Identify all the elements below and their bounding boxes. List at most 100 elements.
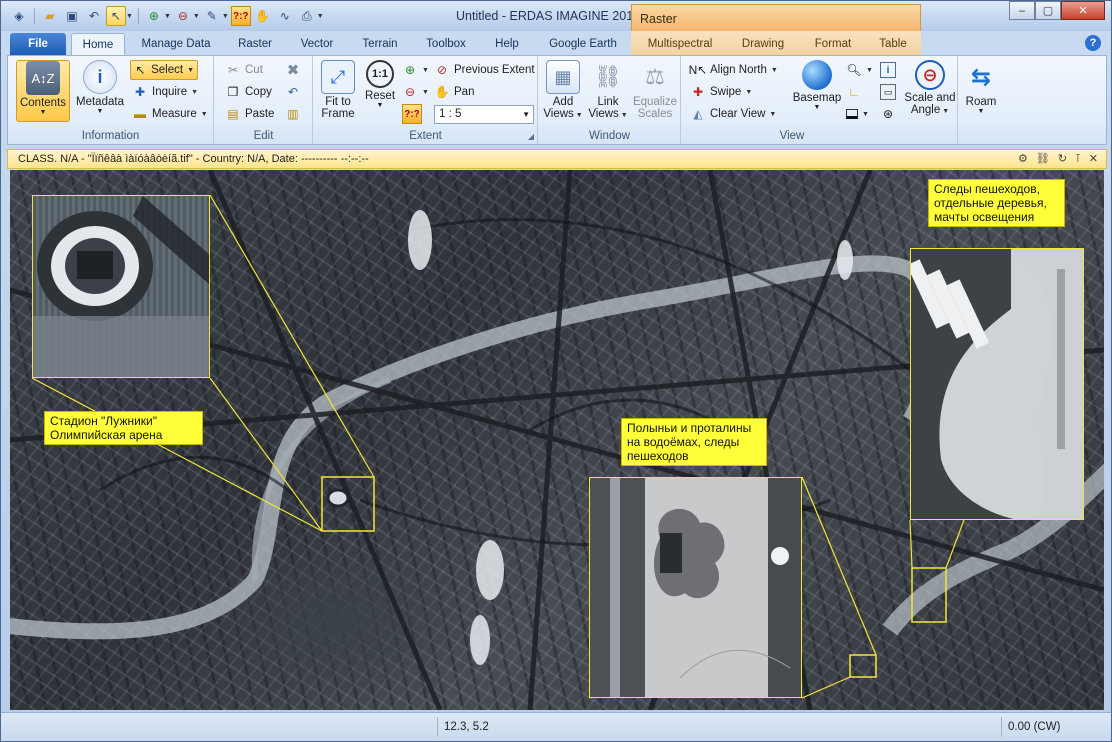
fit-to-frame-label-1: Fit to (325, 96, 351, 108)
app-menu-icon[interactable]: ◈ (9, 6, 29, 26)
dialog-launcher-icon[interactable]: ◢ (528, 132, 534, 141)
chevron-down-icon[interactable]: ▼ (126, 13, 133, 20)
magnifier-button[interactable]: 🔍︎ ▼ (846, 60, 873, 80)
select-button[interactable]: ↖ Select ▼ (130, 60, 198, 80)
tab-help[interactable]: Help (485, 35, 529, 55)
add-views-label-1: Add (552, 96, 574, 108)
tab-terrain[interactable]: Terrain (353, 35, 407, 55)
tab-toolbox[interactable]: Toolbox (417, 35, 475, 55)
reset-button[interactable]: 1:1 Reset ▼ (362, 60, 398, 122)
eraser-icon: ◭ (693, 107, 703, 121)
cut-button[interactable]: ✂ Cut (225, 60, 263, 80)
tab-multispectral[interactable]: Multispectral (641, 35, 719, 55)
viewer-link-icon[interactable]: ⛓ (1036, 152, 1050, 165)
chevron-down-icon: ▼ (770, 66, 778, 74)
ruler-icon: ▬ (134, 107, 146, 121)
tab-google-earth[interactable]: Google Earth (541, 35, 625, 55)
align-north-button[interactable]: N↖ Align North ▼ (688, 60, 778, 80)
paste-special-button[interactable]: ▥ (285, 104, 301, 124)
pan-icon[interactable]: ✋ (253, 6, 273, 26)
chevron-down-icon[interactable]: ▼ (222, 13, 229, 20)
select-pointer-icon[interactable]: ↖ (106, 6, 126, 26)
print-icon[interactable]: ⎙ (297, 6, 317, 26)
tab-manage-data[interactable]: Manage Data (135, 35, 217, 55)
equalize-scales-button[interactable]: ⚖ Equalize Scales (631, 60, 679, 122)
scale-and-angle-button[interactable]: ⊖ Scale and Angle ▼ (902, 60, 958, 122)
chevron-down-icon: ▼ (862, 110, 869, 118)
zoom-out-icon[interactable]: ⊖ (173, 6, 193, 26)
copy-button[interactable]: ❐ Copy (225, 82, 272, 102)
help-icon[interactable]: ? (1085, 35, 1101, 51)
zoom-in-icon[interactable]: ⊕ (144, 6, 164, 26)
link-views-button[interactable]: ⛓ Link Views ▼ (587, 60, 629, 122)
info-panel-button[interactable]: i (880, 60, 896, 80)
chevron-down-icon[interactable]: ▼ (193, 13, 200, 20)
inquire-button[interactable]: ✚ Inquire ▼ (132, 82, 198, 102)
viewer-close-icon[interactable]: ✕ (1089, 152, 1098, 165)
clear-view-button[interactable]: ◭ Clear View ▼ (690, 104, 776, 124)
tab-format[interactable]: Format (807, 35, 859, 55)
chevron-down-icon: ▼ (573, 112, 583, 119)
chevron-down-icon[interactable]: ▼ (317, 13, 324, 20)
link-views-label-2: Views (588, 108, 619, 120)
roam-button[interactable]: ⇆ Roam ▼ (958, 60, 1004, 122)
overview-window-icon: ▭ (880, 84, 896, 100)
satellite-image-view[interactable]: Стадион "Лужники" Олимпийская арена Полы… (10, 170, 1104, 710)
link-chain-icon: ⛓ (594, 64, 622, 89)
basemap-button[interactable]: Basemap ▼ (792, 60, 842, 122)
fit-to-frame-button[interactable]: ⤢ Fit to Frame (318, 60, 358, 122)
tab-raster[interactable]: Raster (229, 35, 281, 55)
copy-label: Copy (245, 86, 272, 98)
tab-drawing[interactable]: Drawing (733, 35, 793, 55)
tab-table[interactable]: Table (869, 35, 917, 55)
north-arrow-icon: N↖ (688, 63, 708, 77)
chevron-down-icon[interactable]: ▼ (164, 13, 171, 20)
overview-button[interactable]: ▭ (880, 82, 896, 102)
ice-zoom-image (590, 478, 801, 697)
delete-x-icon: ✖ (286, 62, 300, 79)
metadata-button[interactable]: i Metadata ▼ (72, 60, 128, 122)
measure-icon[interactable]: ✎ (202, 6, 222, 26)
contents-button[interactable]: A↕Z Contents ▼ (16, 60, 70, 122)
undo-edit-button[interactable]: ↶ (285, 82, 301, 102)
viewer-pin-icon[interactable]: ⊺ (1075, 152, 1081, 165)
inquire-badge-button[interactable]: ?:? (402, 104, 422, 124)
tab-file[interactable]: File (10, 33, 66, 55)
zoom-in-button[interactable]: ⊕ ▼ (402, 60, 429, 80)
delete-button[interactable]: ✖ (285, 60, 301, 80)
previous-extent-button[interactable]: ⊘ Previous Extent (434, 60, 535, 80)
viewer-refresh-icon[interactable]: ↻ (1058, 152, 1067, 165)
close-button[interactable]: ✕ (1061, 1, 1105, 20)
equalize-label-1: Equalize (632, 96, 678, 108)
status-coordinates: 12.3, 5.2 (437, 717, 990, 737)
clipboard-icon: ▥ (287, 107, 299, 121)
open-icon[interactable]: ▰ (40, 6, 60, 26)
tab-home[interactable]: Home (71, 33, 125, 55)
maximize-button[interactable]: ▢ (1035, 1, 1061, 20)
measure-button[interactable]: ▬ Measure ▼ (132, 104, 208, 124)
inquire-cursor-icon: ✚ (134, 85, 146, 99)
background-color-button[interactable]: ▼ (846, 104, 869, 124)
zoom-out-button[interactable]: ⊖ ▼ (402, 82, 429, 102)
group-scale-angle: ⊖ Scale and Angle ▼ (902, 56, 958, 144)
minimize-button[interactable]: – (1009, 1, 1035, 20)
swipe-button[interactable]: ✚ Swipe ▼ (690, 82, 752, 102)
contents-label: Contents (19, 97, 67, 109)
paste-button[interactable]: ▤ Paste (225, 104, 274, 124)
polyline-icon[interactable]: ∿ (275, 6, 295, 26)
pan-button[interactable]: ✋ Pan (434, 82, 475, 102)
chevron-down-icon: ▼ (940, 108, 950, 115)
viewer-settings-icon[interactable]: ⚙ (1018, 152, 1028, 165)
group-roam: ⇆ Roam ▼ (958, 56, 1008, 144)
compass-button[interactable]: ⊛ (880, 104, 896, 124)
save-icon[interactable]: ▣ (62, 6, 82, 26)
undo-icon[interactable]: ↶ (84, 6, 104, 26)
tab-vector[interactable]: Vector (291, 35, 343, 55)
scale-angle-icon: ⊖ (915, 60, 945, 90)
add-views-button[interactable]: ▦ Add Views ▼ (541, 60, 585, 122)
zoom-scale-select[interactable]: 1 : 5 ▼ (434, 105, 534, 124)
qat-separator (137, 8, 139, 24)
measure-grid-button[interactable]: ∟ (846, 82, 862, 102)
title-bar: ◈ ▰ ▣ ↶ ↖ ▼ ⊕ ▼ ⊖ ▼ ✎ ▼ ?:? ✋ ∿ ⎙ ▼ Unti… (1, 1, 1111, 34)
inquire-badge-icon[interactable]: ?:? (230, 6, 251, 26)
